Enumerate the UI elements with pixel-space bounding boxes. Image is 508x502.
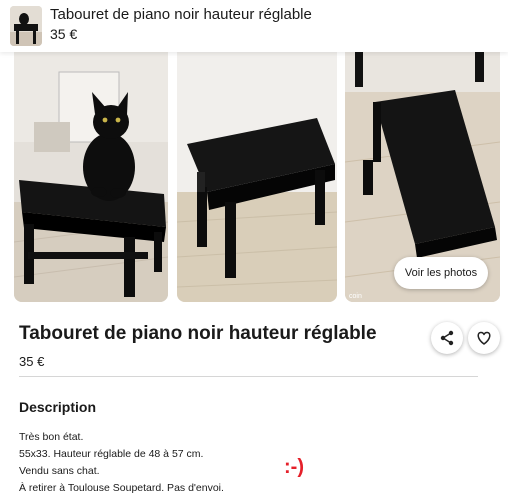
description-line: Très bon état. bbox=[19, 431, 84, 443]
description-line: 55x33. Hauteur réglable de 48 à 57 cm. bbox=[19, 448, 204, 460]
sticky-header: Tabouret de piano noir hauteur réglable … bbox=[0, 0, 508, 52]
svg-text:coin: coin bbox=[349, 293, 362, 300]
share-button[interactable] bbox=[431, 322, 463, 354]
listing-thumbnail[interactable] bbox=[10, 6, 42, 46]
view-photos-button[interactable]: Voir les photos bbox=[394, 257, 488, 289]
share-icon bbox=[440, 330, 454, 346]
photo-2[interactable] bbox=[177, 52, 337, 302]
listing-title: Tabouret de piano noir hauteur réglable bbox=[19, 323, 377, 344]
smiley-annotation: :-) bbox=[284, 456, 304, 478]
description-line: À retirer à Toulouse Soupetard. Pas d'en… bbox=[19, 482, 224, 494]
header-title: Tabouret de piano noir hauteur réglable bbox=[50, 6, 312, 23]
description-heading: Description bbox=[19, 399, 97, 415]
header-price: 35 € bbox=[50, 26, 78, 42]
heart-icon bbox=[477, 331, 491, 345]
listing-price: 35 € bbox=[19, 354, 45, 369]
description-line: Vendu sans chat. bbox=[19, 465, 100, 477]
divider bbox=[19, 376, 478, 377]
favorite-button[interactable] bbox=[468, 322, 500, 354]
photo-1[interactable] bbox=[14, 52, 168, 302]
